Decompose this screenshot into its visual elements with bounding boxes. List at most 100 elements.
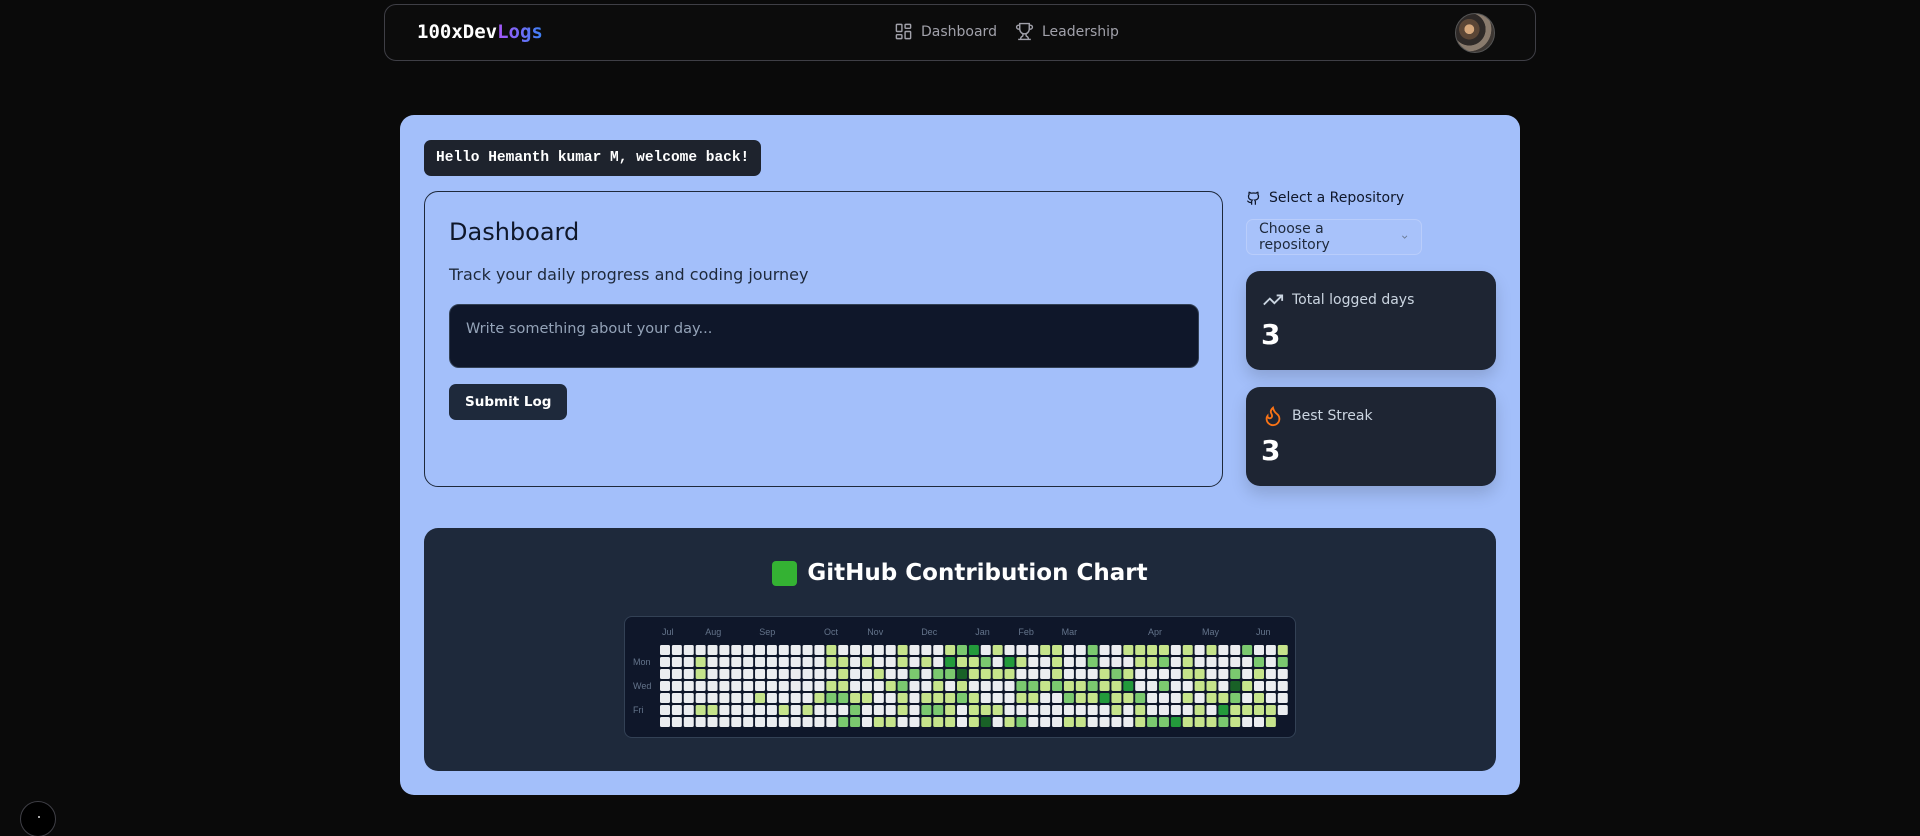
contribution-cell [731, 705, 742, 715]
contribution-cell [850, 669, 861, 679]
repo-select-value: Choose a repository [1259, 221, 1330, 253]
contribution-cell [1063, 681, 1074, 691]
contribution-cell [1242, 645, 1253, 655]
contribution-cell [826, 705, 837, 715]
top-navbar: 100xDevLogs Dashboard Leadership [384, 4, 1536, 61]
contribution-cell [1135, 717, 1146, 727]
contribution-cell [1040, 705, 1051, 715]
contribution-cell [1016, 657, 1027, 667]
contribution-cell [1194, 693, 1205, 703]
contribution-cell [671, 669, 682, 679]
contribution-cell [933, 705, 944, 715]
contribution-cell [802, 645, 813, 655]
contribution-cell [897, 705, 908, 715]
contribution-cell [1158, 669, 1169, 679]
contribution-cell [683, 657, 694, 667]
contribution-cell [933, 645, 944, 655]
contribution-cell [1158, 681, 1169, 691]
contribution-cell [1182, 657, 1193, 667]
contribution-cell [1182, 693, 1193, 703]
log-input[interactable] [449, 304, 1199, 368]
contribution-cell [707, 705, 718, 715]
repo-select[interactable]: Choose a repository [1246, 219, 1422, 255]
contribution-cell [802, 669, 813, 679]
contribution-cell [695, 669, 706, 679]
contribution-cell [731, 681, 742, 691]
nav-link-dashboard[interactable]: Dashboard [894, 22, 997, 41]
contribution-cell [861, 693, 872, 703]
contribution-cell [1004, 717, 1015, 727]
contribution-cell [1040, 693, 1051, 703]
contribution-cell [1087, 693, 1098, 703]
contribution-cell [1170, 705, 1181, 715]
contribution-cell [1182, 669, 1193, 679]
contribution-cell [778, 645, 789, 655]
month-label: Oct [824, 627, 839, 637]
contribution-cell [921, 681, 932, 691]
contribution-cell [1040, 669, 1051, 679]
contribution-cell [838, 717, 849, 727]
contribution-cell [980, 681, 991, 691]
brand-logo[interactable]: 100xDevLogs [417, 21, 543, 43]
contribution-cell [1254, 669, 1264, 679]
contribution-cell [1123, 681, 1134, 691]
contribution-cell [1218, 717, 1229, 727]
contribution-cell [1111, 705, 1122, 715]
nav-link-leadership[interactable]: Leadership [1015, 22, 1119, 41]
contribution-cell [897, 693, 908, 703]
contribution-cell [933, 693, 944, 703]
contribution-cell [885, 681, 896, 691]
contribution-cell [957, 717, 967, 727]
contribution-cell [1170, 657, 1181, 667]
contribution-cell [1206, 693, 1217, 703]
contribution-cell [1230, 657, 1241, 667]
contribution-cell [1099, 693, 1110, 703]
contribution-cell [743, 681, 754, 691]
submit-log-button[interactable]: Submit Log [449, 384, 568, 420]
contribution-cell [1016, 705, 1027, 715]
contribution-cell [1265, 705, 1276, 715]
contribution-cell [1087, 717, 1098, 727]
contribution-cell [1158, 657, 1169, 667]
user-avatar[interactable] [1455, 13, 1495, 53]
contribution-cell [1230, 669, 1241, 679]
contribution-cell [897, 657, 908, 667]
contribution-cell [660, 693, 670, 703]
contribution-cell [945, 693, 956, 703]
contribution-cell [1194, 645, 1205, 655]
contribution-cell [909, 657, 920, 667]
contribution-cell [778, 657, 789, 667]
contribution-cell [850, 657, 861, 667]
contribution-cell [1028, 657, 1039, 667]
contribution-cell [850, 705, 861, 715]
contribution-cell [707, 693, 718, 703]
contribution-cell [1158, 705, 1169, 715]
contribution-cell [861, 705, 872, 715]
contribution-cell [957, 657, 967, 667]
contribution-cell [671, 705, 682, 715]
contribution-cell [980, 669, 991, 679]
contribution-cell [802, 693, 813, 703]
page-title: Dashboard [449, 218, 580, 246]
chevron-down-icon [1401, 235, 1407, 239]
contribution-cell [1063, 717, 1074, 727]
floating-action-button[interactable] [20, 801, 56, 836]
month-label: Dec [921, 627, 938, 637]
contribution-cell [1111, 645, 1122, 655]
contribution-cell [1087, 705, 1098, 715]
contribution-cell [1242, 705, 1253, 715]
contribution-cell [1182, 705, 1193, 715]
contribution-cell [1218, 705, 1229, 715]
contribution-cell [1004, 693, 1015, 703]
contribution-cell [1063, 705, 1074, 715]
contribution-cell [1218, 645, 1229, 655]
contribution-title: GitHub Contribution Chart [424, 560, 1496, 586]
contribution-cell [1075, 645, 1086, 655]
contribution-cell [1194, 681, 1205, 691]
welcome-badge: Hello Hemanth kumar M, welcome back! [424, 140, 762, 176]
contribution-cell [1087, 681, 1098, 691]
contribution-cell [743, 669, 754, 679]
contribution-graph-svg: Jul Aug Sep Oct Nov Dec Jan Feb Mar Apr May Jun Mon W… [633, 627, 1288, 727]
contribution-cell [707, 717, 718, 727]
contribution-cell [861, 657, 872, 667]
